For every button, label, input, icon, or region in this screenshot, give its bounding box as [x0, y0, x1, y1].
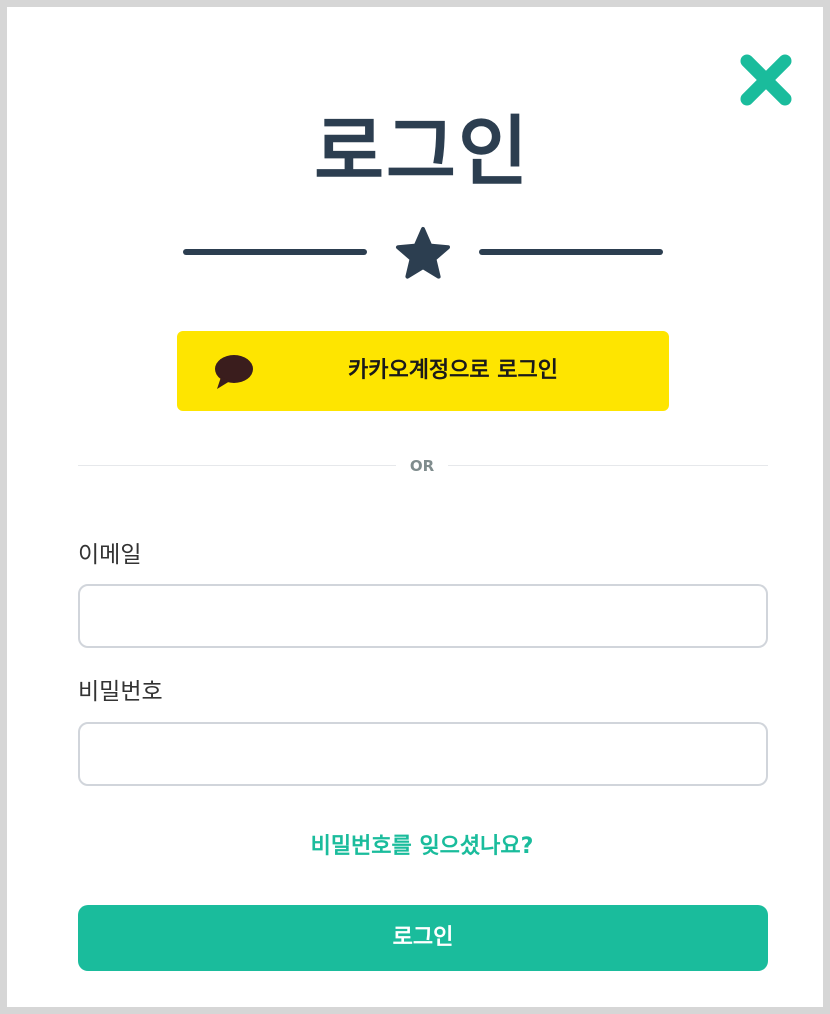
login-submit-button[interactable]: 로그인 [78, 905, 768, 971]
or-line-left [78, 465, 396, 466]
or-separator: OR [78, 454, 768, 478]
divider-line-left [183, 249, 367, 255]
password-input[interactable] [78, 722, 768, 786]
or-text: OR [409, 457, 435, 475]
close-button[interactable] [737, 51, 795, 109]
forgot-password-link[interactable]: 비밀번호를 잊으셨나요? [7, 832, 830, 862]
divider-line-right [479, 249, 663, 255]
star-icon [394, 225, 452, 283]
kakao-login-button[interactable]: 카카오계정으로 로그인 [177, 331, 669, 411]
close-icon [740, 54, 792, 106]
email-input[interactable] [78, 584, 768, 648]
login-modal: 로그인 카카오계정으로 로그인 OR 이메일 비밀번호 비밀번호를 잊으셨나요?… [0, 0, 830, 1014]
email-label: 이메일 [78, 542, 142, 568]
or-line-right [448, 465, 768, 466]
modal-title: 로그인 [314, 107, 530, 196]
password-label: 비밀번호 [78, 679, 163, 705]
kakao-login-label: 카카오계정으로 로그인 [347, 358, 559, 383]
speech-bubble-icon [213, 353, 253, 391]
